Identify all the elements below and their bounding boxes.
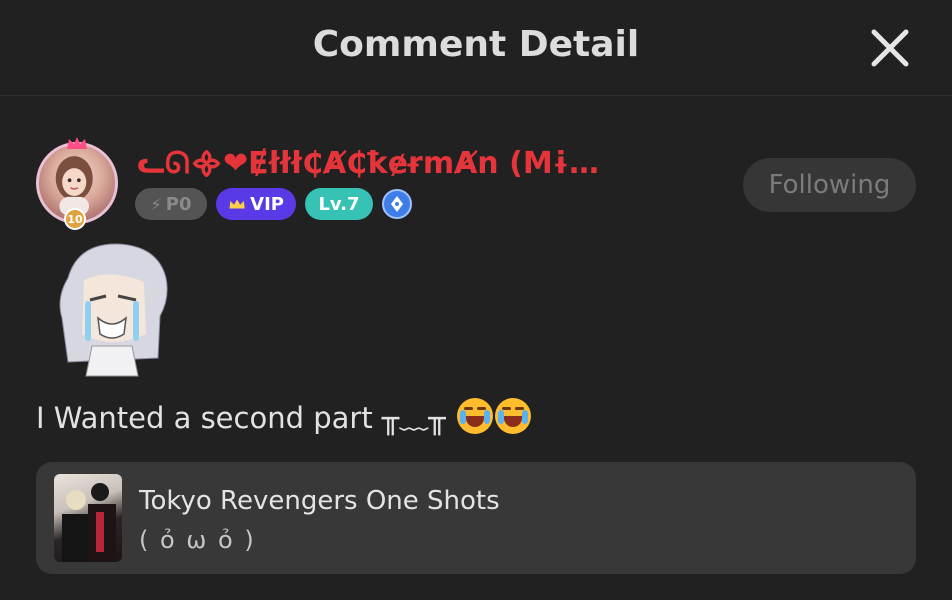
loudly-crying-emoji-icon <box>457 398 494 434</box>
username[interactable]: ᓚᘏ᯽❤Ɇłłł₵Ⱥ₵ꝁɇɍmȺn (MɨkȺ... <box>137 141 617 181</box>
following-button[interactable]: Following <box>743 158 916 212</box>
page-title: Comment Detail <box>312 24 640 65</box>
book-subtitle: ( ỏ ω ỏ ) <box>139 526 256 554</box>
comment-body: I Wanted a second part ╥﹏╥ <box>36 401 446 435</box>
vip-badge-label: VIP <box>250 193 284 215</box>
close-icon <box>871 29 909 67</box>
bolt-icon: ⚡ <box>150 194 162 214</box>
vip-badge: VIP <box>216 188 296 220</box>
book-title: Tokyo Revengers One Shots <box>139 486 500 516</box>
power-badge-label: P0 <box>165 193 192 215</box>
vip-crown-icon <box>229 199 245 209</box>
pen-nib-icon <box>391 196 403 212</box>
user-badges: ⚡ P0 VIP Lv.7 <box>135 188 412 220</box>
power-badge: ⚡ P0 <box>135 188 207 220</box>
level-badge: Lv.7 <box>305 188 373 220</box>
header-bar: Comment Detail <box>0 0 952 96</box>
avatar-level-badge: 10 <box>64 208 86 230</box>
crying-anime-sticker-icon <box>59 243 168 377</box>
book-card[interactable]: Tokyo Revengers One Shots ( ỏ ω ỏ ) <box>36 462 916 574</box>
close-button[interactable] <box>866 24 914 72</box>
comment-text: I Wanted a second part ╥﹏╥ <box>36 395 532 437</box>
book-cover-image <box>54 474 122 562</box>
book-cover-art-icon <box>62 483 116 562</box>
loudly-crying-emoji-icon <box>495 398 532 434</box>
writer-badge <box>382 189 412 219</box>
crown-icon <box>67 137 87 149</box>
